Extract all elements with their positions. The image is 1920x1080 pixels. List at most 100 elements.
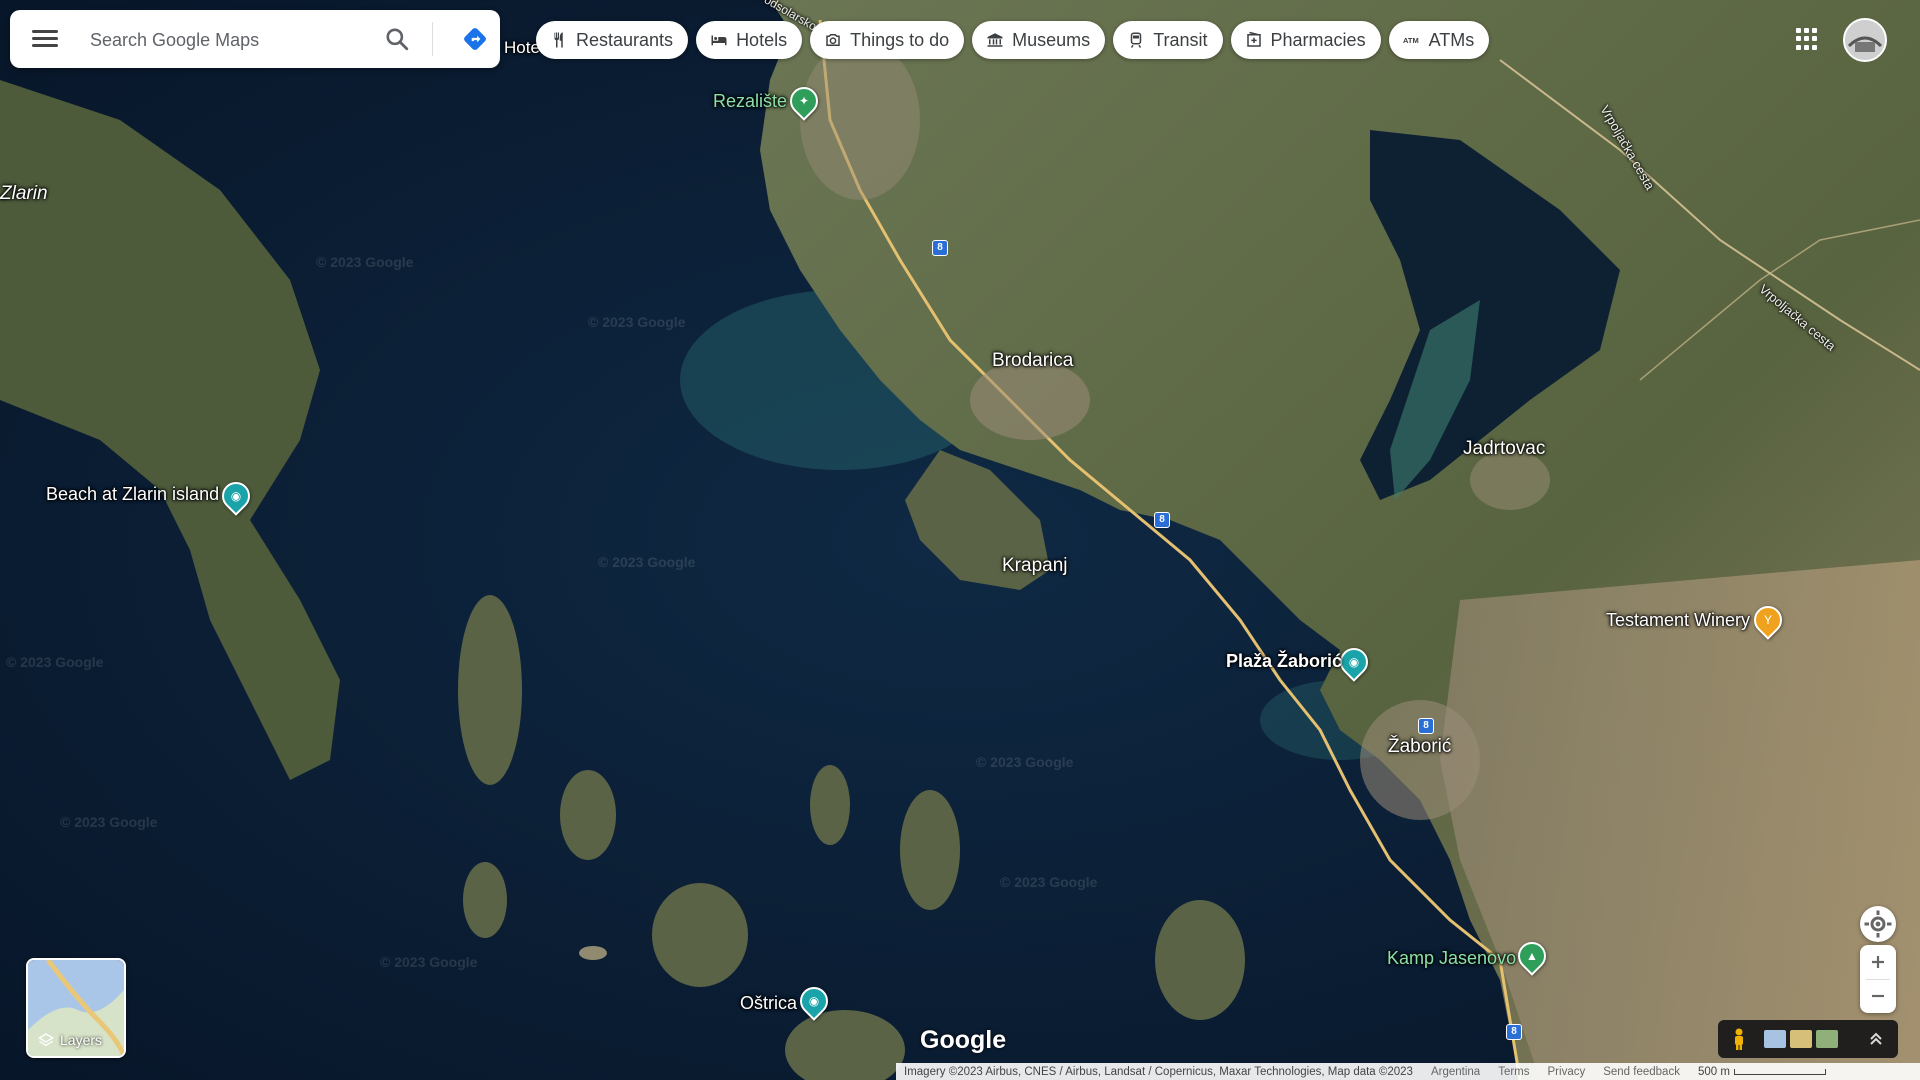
road-shield: 8 (1154, 512, 1170, 528)
wine-glass-icon: Y (1763, 613, 1772, 627)
bed-icon (711, 35, 727, 46)
train-icon (1130, 32, 1142, 48)
map-thumb-default[interactable] (1764, 1030, 1786, 1048)
chip-museums[interactable]: Museums (972, 21, 1106, 59)
pegman-icon (1735, 1028, 1743, 1050)
footer-country[interactable]: Argentina (1431, 1066, 1480, 1078)
expand-button[interactable] (1866, 1029, 1886, 1049)
chip-pharmacies[interactable]: Pharmacies (1230, 21, 1381, 59)
chevron-up-icon (1870, 1032, 1882, 1045)
poi-label-plaza-zaboric[interactable]: Plaža Žaborić (1226, 651, 1342, 672)
map-thumb-terrain[interactable] (1790, 1030, 1812, 1048)
footer-privacy-link[interactable]: Privacy (1548, 1066, 1586, 1078)
poi-label-testament[interactable]: Testament Winery (1606, 610, 1750, 631)
place-label-zlarin[interactable]: Zlarin (0, 183, 48, 205)
islet (1155, 900, 1245, 1020)
chip-label: ATMs (1428, 29, 1475, 50)
layers-text: Layers (60, 1032, 103, 1048)
watermark: © 2023 Google (6, 654, 104, 670)
google-logo: Google (920, 1026, 1007, 1054)
place-label-hotel[interactable]: Hote (504, 38, 540, 58)
place-label-krapanj[interactable]: Krapanj (1002, 555, 1068, 577)
atm-icon: ATM (1403, 36, 1419, 45)
chip-transit[interactable]: Transit (1113, 21, 1223, 59)
scale-bar[interactable]: 500 m (1698, 1066, 1826, 1078)
chip-label: Museums (1012, 29, 1091, 50)
settlement-north (800, 40, 920, 200)
islet (652, 883, 748, 987)
chip-label: Things to do (850, 29, 950, 50)
scale-label: 500 m (1697, 1065, 1730, 1078)
layers-button[interactable]: Layers (26, 958, 126, 1058)
footer-terms-link[interactable]: Terms (1498, 1066, 1529, 1078)
zoom-out-button[interactable] (1860, 979, 1896, 1013)
chip-label: Hotels (736, 29, 788, 50)
chip-label: Transit (1153, 29, 1208, 50)
poi-label-kamp[interactable]: Kamp Jasenovo (1387, 948, 1516, 969)
plus-icon (1872, 956, 1884, 968)
footer-feedback-link[interactable]: Send feedback (1603, 1066, 1680, 1078)
chip-label: Pharmacies (1270, 29, 1366, 50)
category-chips: Restaurants Hotels Things to do Museums … (536, 21, 1490, 59)
layers-label: Layers (38, 1032, 102, 1048)
watermark: © 2023 Google (1000, 874, 1098, 890)
menu-icon[interactable] (32, 26, 58, 52)
camera-icon: ◉ (808, 994, 820, 1008)
chip-atms[interactable]: ATM ATMs (1388, 21, 1490, 59)
tent-icon: ▲ (1526, 949, 1538, 963)
minus-icon (1872, 994, 1884, 998)
my-location-icon (1864, 910, 1892, 938)
islet (463, 862, 507, 938)
place-label-jadrtovac[interactable]: Jadrtovac (1463, 438, 1545, 460)
zoom-in-button[interactable] (1860, 945, 1896, 979)
apps-grid-icon[interactable] (1796, 28, 1818, 50)
my-location-button[interactable] (1860, 906, 1896, 942)
search-box (10, 10, 500, 68)
map-toolbar (1718, 1020, 1898, 1058)
directions-icon[interactable] (462, 26, 488, 52)
watermark: © 2023 Google (976, 754, 1074, 770)
avatar-image (1845, 20, 1885, 60)
avatar[interactable] (1843, 18, 1887, 62)
search-input[interactable] (88, 24, 362, 56)
islet (810, 765, 850, 845)
search-icon[interactable] (384, 26, 410, 52)
islet (458, 595, 522, 785)
road-shield: 8 (1506, 1024, 1522, 1040)
layers-icon (38, 1033, 54, 1047)
watermark: © 2023 Google (598, 554, 696, 570)
islet (560, 770, 616, 860)
camera-icon: ◉ (230, 489, 242, 503)
attribution-footer: Imagery ©2023 Airbus, CNES / Airbus, Lan… (896, 1063, 1920, 1080)
imagery-attribution: Imagery ©2023 Airbus, CNES / Airbus, Lan… (904, 1065, 1413, 1078)
poi-label-ostrica[interactable]: Oštrica (740, 993, 797, 1014)
map-thumb-satellite[interactable] (1816, 1030, 1838, 1048)
camera-icon: ◉ (1348, 655, 1360, 669)
settlement-brodarica (970, 360, 1090, 440)
road-shield: 8 (1418, 718, 1434, 734)
zoom-controls (1860, 945, 1896, 1013)
pegman-button[interactable] (1728, 1027, 1750, 1051)
watermark: © 2023 Google (60, 814, 158, 830)
poi-label-beach-zlarin[interactable]: Beach at Zlarin island (46, 484, 219, 505)
watermark: © 2023 Google (380, 954, 478, 970)
fork-knife-icon (554, 32, 563, 48)
islet (579, 946, 607, 960)
watermark: © 2023 Google (588, 314, 686, 330)
place-label-brodarica[interactable]: Brodarica (992, 350, 1073, 372)
svg-text:ATM: ATM (1403, 36, 1419, 45)
chip-things-to-do[interactable]: Things to do (810, 21, 965, 59)
pharmacy-icon (1246, 31, 1261, 47)
divider (432, 22, 433, 56)
chip-restaurants[interactable]: Restaurants (536, 21, 689, 59)
poi-label-rezaliste[interactable]: Rezalište (713, 91, 787, 112)
museum-icon (987, 33, 1003, 47)
place-label-zaboric[interactable]: Žaborić (1388, 736, 1451, 758)
chip-hotels[interactable]: Hotels (696, 21, 803, 59)
chip-label: Restaurants (576, 29, 674, 50)
watermark: © 2023 Google (316, 254, 414, 270)
camera-icon (826, 34, 840, 46)
islet (900, 790, 960, 910)
pin-icon: ✦ (798, 94, 810, 108)
scale-line (1733, 1068, 1826, 1075)
